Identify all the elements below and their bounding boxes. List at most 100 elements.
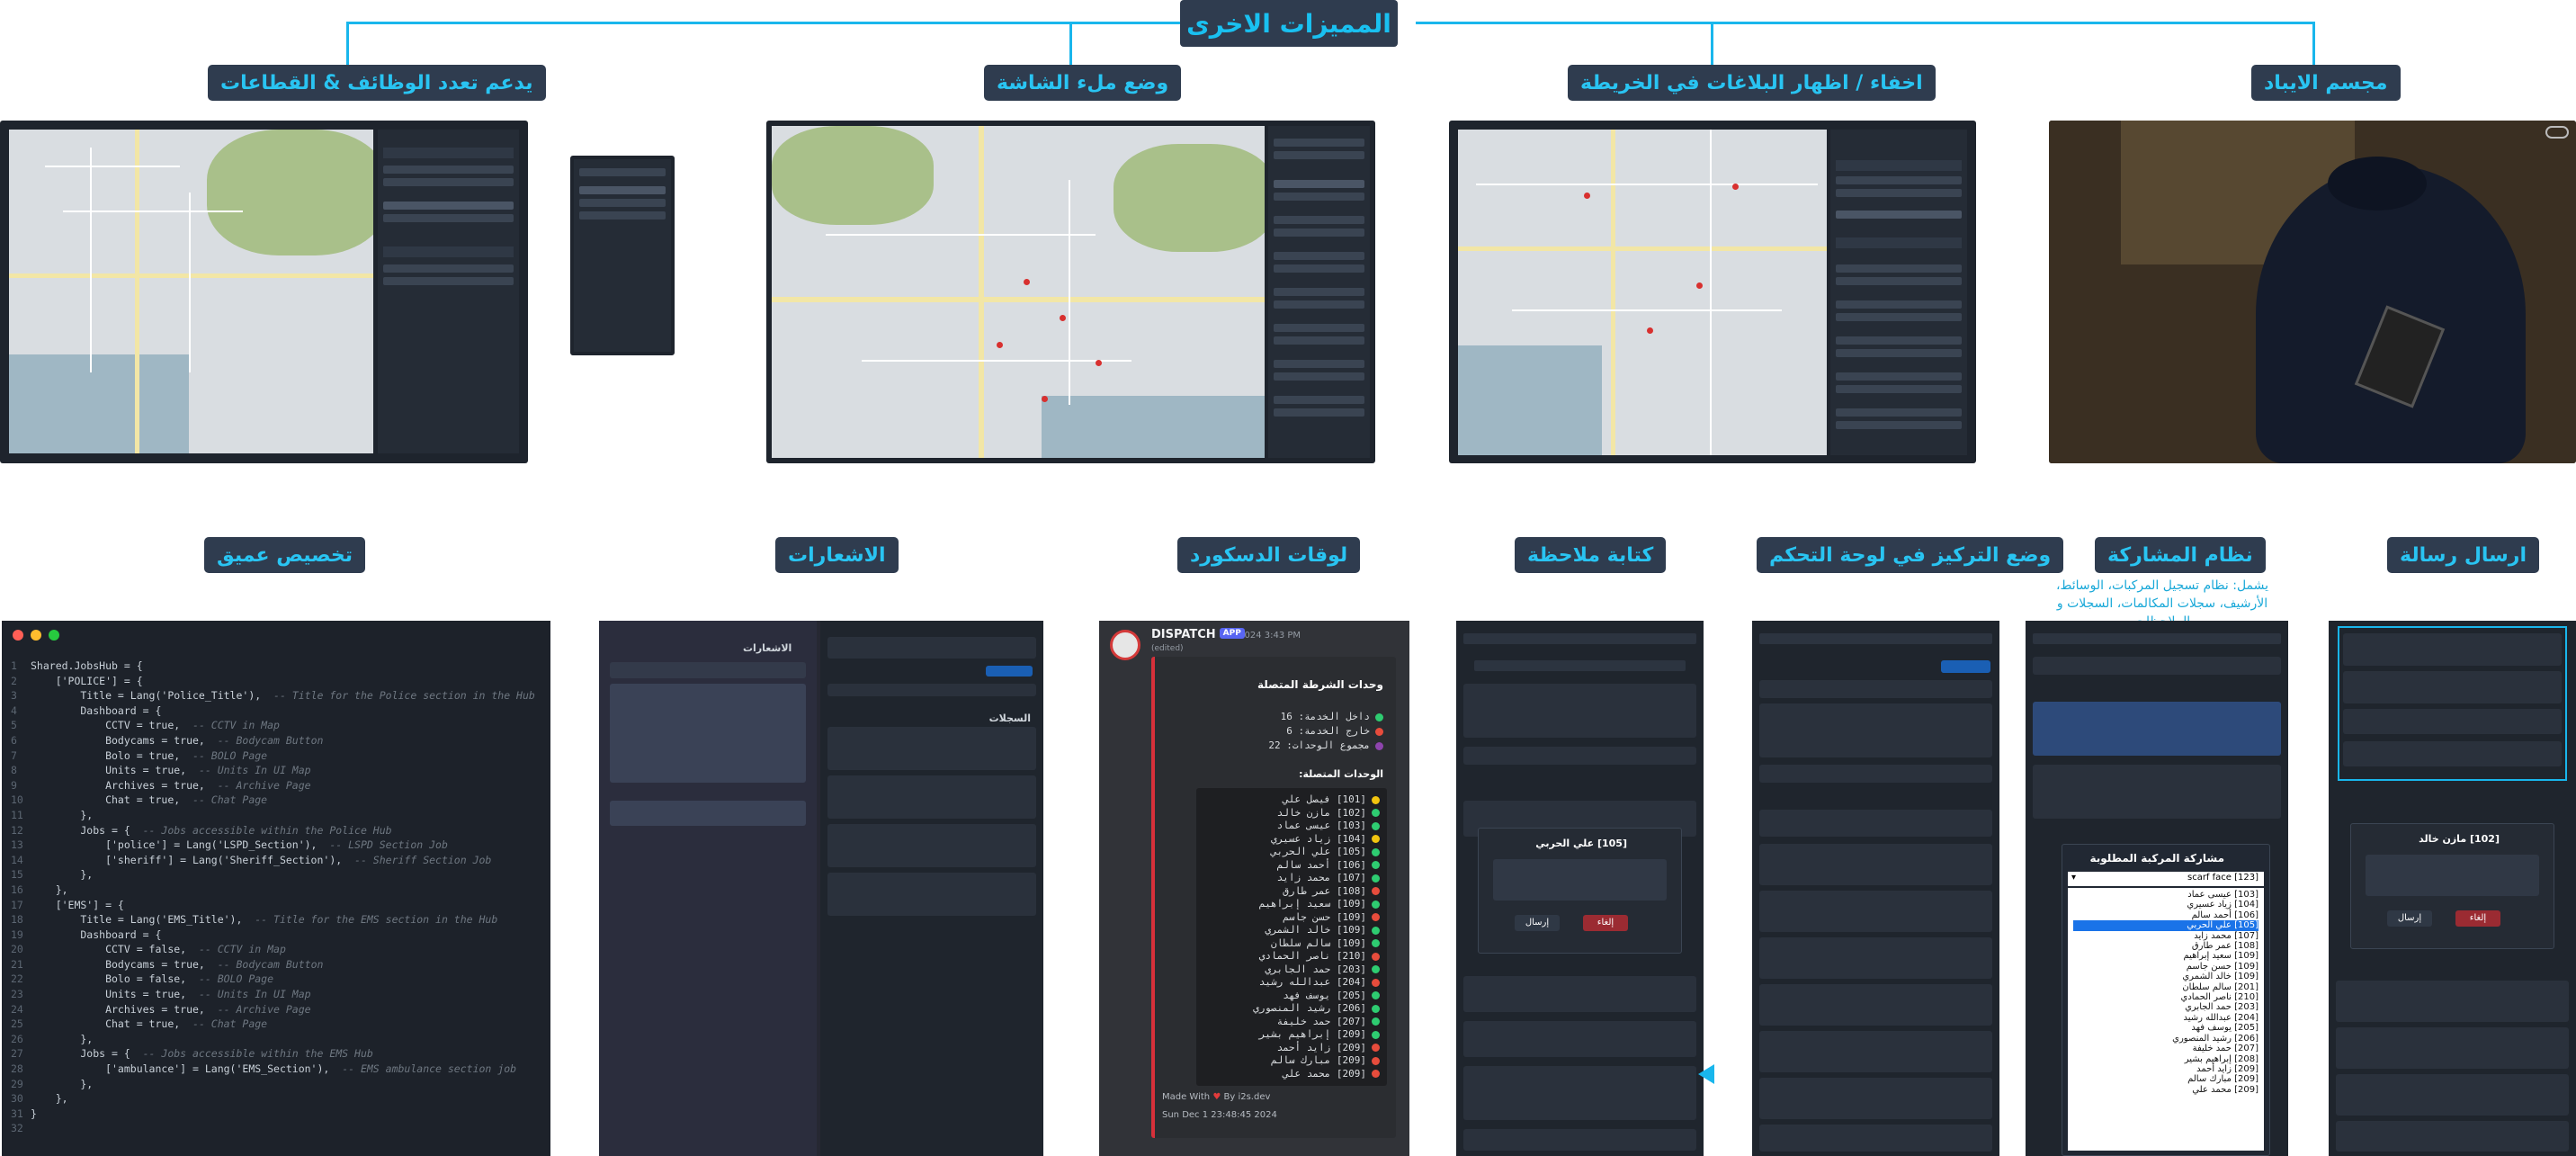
status-dot-icon — [1372, 809, 1380, 817]
share-option[interactable]: [109] سعيد إبراهيم — [2073, 951, 2258, 961]
note-send-button[interactable]: إرسال — [1515, 915, 1560, 931]
code-line: 16 }, — [11, 883, 68, 896]
status-dot-icon — [1372, 926, 1380, 935]
tree-drop-2 — [1069, 22, 1072, 65]
discord-embed: وحدات الشرطة المتصلة داخل الخدمة: 16 خارج… — [1151, 657, 1396, 1138]
unit-entry: [209] مبارك سالم — [1203, 1054, 1380, 1068]
unit-entry: [103] عيسى عماد — [1203, 820, 1380, 833]
unit-entry: [108] عمر طارق — [1203, 885, 1380, 899]
share-option[interactable]: [104] زياد عسيري — [2073, 900, 2258, 910]
map-view-fullscreen — [772, 126, 1265, 458]
share-option[interactable]: [107] محمد زايد — [2073, 931, 2258, 941]
share-option[interactable]: [201] سالم سلطان — [2073, 982, 2258, 992]
status-dot-icon — [1372, 1017, 1380, 1026]
share-option[interactable]: [205] يوسف فهد — [2073, 1023, 2258, 1033]
share-options-list: [103] عيسى عماد [104] زياد عسيري [106] أحم… — [2068, 888, 2264, 1151]
status-dot-icon — [1372, 991, 1380, 999]
status-dot-icon — [1372, 1070, 1380, 1078]
share-dialog-title: مشاركة المركبة المطلوبة — [2089, 852, 2224, 865]
share-selected-value: scarf face [123] — [2187, 873, 2258, 883]
share-option[interactable]: [206] رشيد المنصوري — [2073, 1034, 2258, 1044]
code-line: 21 Bodycams = true, -- Bodycam Button — [11, 957, 324, 971]
status-dot-icon — [1372, 861, 1380, 869]
status-dot-icon — [1375, 741, 1383, 750]
status-dot-icon — [1375, 712, 1383, 721]
share-option[interactable]: [109] حسن جاسم — [2073, 962, 2258, 972]
unit-entry: [104] زياد عسيري — [1203, 833, 1380, 847]
code-line: 14 ['sheriff'] = Lang('Sheriff_Section')… — [11, 853, 492, 866]
status-dot-icon — [1372, 952, 1380, 961]
share-option[interactable]: [210] ناصر الحمادي — [2073, 992, 2259, 1002]
share-option[interactable]: [204] عبدالله رشيد — [2073, 1013, 2258, 1023]
code-line: 8 Units = true, -- Units In UI Map — [11, 764, 311, 777]
screenshot-sharing: مشاركة المركبة المطلوبة scarf face [123]… — [2026, 621, 2288, 1156]
embed-footer: Made With ♥ By i2s.dev — [1162, 1092, 1270, 1102]
side-panel-fullscreen — [1268, 126, 1370, 458]
message-send-button[interactable]: إرسال — [2387, 910, 2432, 927]
share-option[interactable]: [108] عمر طارق — [2073, 941, 2258, 951]
unit-entry: [102] مازن خالد — [1203, 807, 1380, 820]
code-line: 17 ['EMS'] = { — [11, 898, 124, 911]
bot-name-text: DISPATCH — [1151, 628, 1216, 641]
share-option[interactable]: [109] خالد الشمري — [2073, 972, 2258, 981]
feature-label-notifications: الاشعارات — [775, 537, 899, 573]
code-line: 15 }, — [11, 868, 94, 882]
embed-title: وحدات الشرطة المتصلة — [1257, 678, 1383, 691]
share-option[interactable]: [209] محمد علي — [2073, 1085, 2258, 1095]
footer-made: Made With — [1162, 1092, 1211, 1102]
discord-log: DISPATCH APP 9/5/2024 3:43 PM (edited) وحد… — [1099, 621, 1409, 1156]
share-option[interactable]: [208] إبراهيم بشير — [2073, 1054, 2258, 1064]
share-option[interactable]: [103] عيسى عماد — [2073, 890, 2258, 900]
share-option[interactable]: [106] أحمد سالم — [2073, 910, 2258, 920]
code-line: 1 Shared.JobsHub = { — [11, 659, 143, 672]
unit-entry: [109] حسن جاسم — [1203, 911, 1380, 925]
share-option[interactable]: [203] حمد الجابري — [2073, 1002, 2258, 1012]
status-dot-icon — [1372, 795, 1380, 804]
status-dot-icon — [1372, 913, 1380, 921]
share-select[interactable]: scarf face [123] ▾ — [2068, 872, 2264, 886]
status-dot-icon — [1372, 847, 1380, 856]
records-header: السجلات — [988, 712, 1031, 724]
code-line: 4 Dashboard = { — [11, 703, 162, 717]
code-line: 12 Jobs = { -- Jobs accessible within th… — [11, 823, 392, 837]
message-cancel-button[interactable]: إلغاء — [2455, 910, 2500, 927]
record-row[interactable] — [827, 775, 1036, 819]
code-line: 20 CCTV = false, -- CCTV in Map — [11, 943, 286, 956]
code-line: 2 ['POLICE'] = { — [11, 674, 143, 687]
record-row[interactable] — [827, 873, 1036, 916]
notification-card[interactable] — [610, 801, 806, 826]
share-option[interactable]: [209] مبارك سالم — [2073, 1074, 2258, 1084]
screenshot-notifications: الاشعارات السجلات — [599, 621, 1043, 1156]
notification-card[interactable] — [610, 684, 806, 783]
unit-entry: [109] سالم سلطان — [1203, 937, 1380, 951]
close-dot-icon — [13, 630, 23, 641]
unit-entry: [209] إبراهيم بشير — [1203, 1028, 1380, 1042]
screenshot-send-message: [102] مازن خالد إلغاء إرسال — [2329, 621, 2576, 1156]
unit-entry: [204] عبدالله رشيد — [1203, 976, 1380, 990]
officer-cap — [2328, 157, 2427, 211]
chevron-down-icon: ▾ — [2071, 873, 2077, 883]
code-editor: 1 Shared.JobsHub = {2 ['POLICE'] = {3 Tit… — [2, 621, 550, 1156]
status-dot-icon — [1372, 887, 1380, 895]
feature-label-sharing: نظام المشاركة — [2095, 537, 2266, 573]
share-option[interactable]: [207] حمد خليفة — [2073, 1044, 2258, 1053]
unit-entry: [205] يوسف فهد — [1203, 990, 1380, 1003]
note-cancel-button[interactable]: إلغاء — [1583, 915, 1628, 931]
tree-line-left — [346, 22, 1180, 24]
note-textarea[interactable] — [1493, 859, 1667, 901]
record-row[interactable] — [827, 727, 1036, 770]
screenshot-note: [105] علي الحربي إلغاء إرسال — [1456, 621, 1704, 1156]
status-dot-icon — [1372, 874, 1380, 883]
unit-entry: [101] فيصل علي — [1203, 793, 1380, 807]
status-dot-icon — [1372, 965, 1380, 973]
feature-label-send-message: ارسال رسالة — [2387, 537, 2540, 573]
share-option[interactable]: [209] زايد أحمد — [2073, 1064, 2258, 1074]
tablet-brand-logo — [2545, 126, 2569, 139]
share-option[interactable]: [105] علي الحربي — [2073, 920, 2258, 931]
code-line: 25 Chat = true, -- Chat Page — [11, 1017, 268, 1031]
code-line: 31} — [11, 1107, 37, 1120]
code-line: 29 }, — [11, 1077, 94, 1090]
message-textarea[interactable] — [2366, 855, 2539, 896]
record-row[interactable] — [827, 824, 1036, 867]
map-view-reports — [1458, 130, 1827, 455]
